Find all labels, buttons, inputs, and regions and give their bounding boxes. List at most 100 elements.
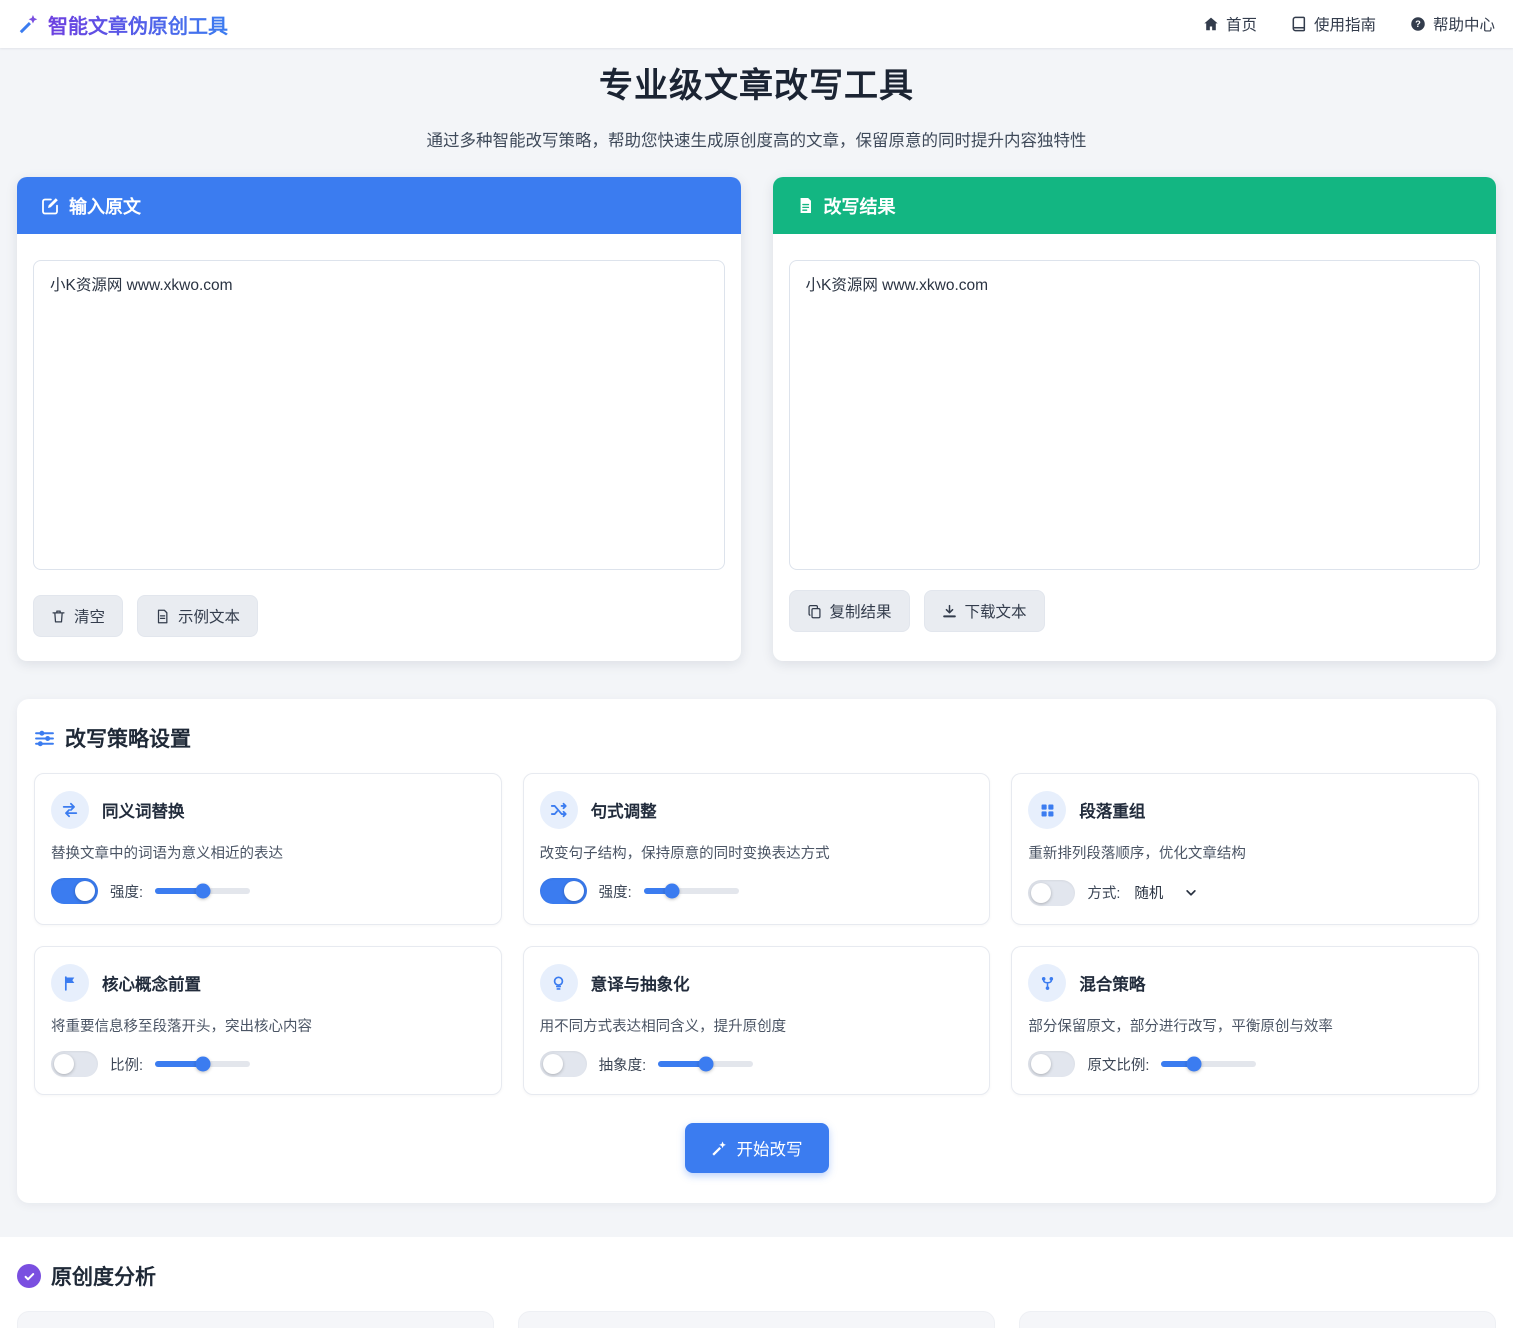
strategy-title: 同义词替换 [102, 798, 185, 822]
app-logo[interactable]: 智能文章伪原创工具 [18, 10, 228, 39]
strategy-control-label: 抽象度: [599, 1054, 647, 1075]
strategy-description: 替换文章中的词语为意义相近的表达 [51, 842, 485, 863]
original-ratio-slider[interactable] [1161, 1061, 1256, 1067]
abstraction-slider[interactable] [658, 1061, 753, 1067]
rewrite-result-output[interactable]: 小K资源网 www.xkwo.com [789, 260, 1481, 570]
lightbulb-icon [540, 964, 578, 1002]
core-concept-toggle[interactable] [51, 1051, 98, 1077]
trash-icon [51, 609, 66, 624]
start-rewrite-label: 开始改写 [737, 1136, 803, 1160]
download-text-label: 下载文本 [965, 600, 1027, 622]
copy-result-button[interactable]: 复制结果 [789, 590, 910, 632]
strategy-description: 重新排列段落顺序，优化文章结构 [1028, 842, 1462, 863]
nav-links: 首页 使用指南 ? 帮助中心 [1203, 13, 1495, 35]
reorder-mode-value: 随机 [1134, 882, 1163, 903]
stat-card-originality: 69% 预估原创度 [17, 1311, 494, 1328]
strategy-card-paraphrase: 意译与抽象化 用不同方式表达相同含义，提升原创度 抽象度: [523, 946, 991, 1095]
strategy-description: 改变句子结构，保持原意的同时变换表达方式 [540, 842, 974, 863]
stat-card-modification: 66BCF8051O686B 修改比例∴·∵·∴·∵·∴·∵ [1019, 1311, 1496, 1328]
result-panel: 改写结果 小K资源网 www.xkwo.com 复制结果 下 [773, 177, 1497, 661]
strategy-card-core-concept: 核心概念前置 将重要信息移至段落开头，突出核心内容 比例: [34, 946, 502, 1095]
input-panel-header: 输入原文 [17, 177, 741, 234]
nav-item-label: 帮助中心 [1433, 13, 1495, 35]
branch-icon [1028, 964, 1066, 1002]
cta-row: 开始改写 [34, 1123, 1479, 1173]
app-title: 智能文章伪原创工具 [48, 10, 228, 39]
page-title: 专业级文章改写工具 [0, 58, 1513, 107]
strategy-control-label: 方式: [1087, 882, 1120, 903]
copy-icon [807, 604, 822, 619]
strategy-description: 将重要信息移至段落开头，突出核心内容 [51, 1015, 485, 1036]
strategy-card-sentence: 句式调整 改变句子结构，保持原意的同时变换表达方式 强度: [523, 773, 991, 925]
strategy-section-title: 改写策略设置 [65, 723, 191, 753]
result-buttons: 复制结果 下载文本 [789, 590, 1481, 632]
core-concept-ratio-slider[interactable] [155, 1061, 250, 1067]
synonym-strength-slider[interactable] [155, 888, 250, 894]
copy-result-label: 复制结果 [830, 600, 892, 622]
file-text-icon [155, 609, 170, 624]
strategy-card-hybrid: 混合策略 部分保留原文，部分进行改写，平衡原创与效率 原文比例: [1011, 946, 1479, 1095]
input-panel: 输入原文 小K资源网 www.xkwo.com 清空 示例文 [17, 177, 741, 661]
check-circle-icon [17, 1264, 41, 1288]
strategy-title: 核心概念前置 [102, 971, 201, 995]
strategy-title: 段落重组 [1079, 798, 1145, 822]
strategy-control-label: 强度: [110, 881, 143, 902]
input-panel-body: 小K资源网 www.xkwo.com 清空 示例文本 [17, 234, 741, 661]
strategy-section-header: 改写策略设置 [34, 723, 1479, 753]
grid-icon [1028, 791, 1066, 829]
reorder-mode-select[interactable]: 随机 [1132, 878, 1199, 907]
input-buttons: 清空 示例文本 [33, 595, 725, 637]
sentence-strength-slider[interactable] [644, 888, 739, 894]
magic-wand-icon [711, 1140, 728, 1157]
hybrid-toggle[interactable] [1028, 1051, 1075, 1077]
strategy-control-label: 比例: [110, 1054, 143, 1075]
shuffle-icon [540, 791, 578, 829]
source-text-input[interactable]: 小K资源网 www.xkwo.com [33, 260, 725, 570]
sentence-toggle[interactable] [540, 878, 587, 904]
book-icon [1291, 16, 1307, 32]
main-content: 输入原文 小K资源网 www.xkwo.com 清空 示例文 [0, 177, 1513, 1203]
magic-wand-icon [18, 13, 40, 35]
help-circle-icon: ? [1410, 16, 1426, 32]
chevron-down-icon [1185, 887, 1197, 899]
strategy-control-label: 强度: [599, 881, 632, 902]
result-panel-header: 改写结果 [773, 177, 1497, 234]
nav-item-guide[interactable]: 使用指南 [1291, 13, 1376, 35]
paragraph-toggle[interactable] [1028, 880, 1075, 906]
download-text-button[interactable]: 下载文本 [924, 590, 1045, 632]
nav-item-label: 首页 [1226, 13, 1257, 35]
strategy-card-synonym: 同义词替换 替换文章中的词语为意义相近的表达 强度: [34, 773, 502, 925]
analysis-section-header: 原创度分析 [17, 1261, 1496, 1291]
start-rewrite-button[interactable]: 开始改写 [685, 1123, 829, 1173]
clear-button-label: 清空 [74, 605, 105, 627]
svg-text:?: ? [1415, 19, 1421, 29]
strategy-grid: 同义词替换 替换文章中的词语为意义相近的表达 强度: 句式调整 改变句子结构，保 [34, 773, 1479, 1095]
result-panel-title: 改写结果 [824, 193, 896, 219]
swap-arrows-icon [51, 791, 89, 829]
editor-panels: 输入原文 小K资源网 www.xkwo.com 清空 示例文 [17, 177, 1496, 661]
strategy-control-label: 原文比例: [1087, 1054, 1149, 1075]
top-navbar: 智能文章伪原创工具 首页 使用指南 ? 帮助中心 [0, 0, 1513, 48]
nav-item-help[interactable]: ? 帮助中心 [1410, 13, 1495, 35]
document-icon [797, 197, 814, 214]
strategy-title: 意译与抽象化 [591, 971, 690, 995]
stat-card-word-count: 8 总字数 [518, 1311, 995, 1328]
strategy-description: 部分保留原文，部分进行改写，平衡原创与效率 [1028, 1015, 1462, 1036]
strategy-card-paragraph: 段落重组 重新排列段落顺序，优化文章结构 方式: 随机 [1011, 773, 1479, 925]
download-icon [942, 604, 957, 619]
originality-analysis-section: 原创度分析 69% 预估原创度 8 总字数 66BCF8051O686B 修改比… [0, 1237, 1513, 1328]
edit-icon [41, 197, 59, 215]
synonym-toggle[interactable] [51, 878, 98, 904]
home-icon [1203, 16, 1219, 32]
analysis-section-title: 原创度分析 [51, 1261, 156, 1291]
nav-item-label: 使用指南 [1314, 13, 1376, 35]
flag-icon [51, 964, 89, 1002]
sample-text-button[interactable]: 示例文本 [137, 595, 258, 637]
clear-button[interactable]: 清空 [33, 595, 123, 637]
strategy-description: 用不同方式表达相同含义，提升原创度 [540, 1015, 974, 1036]
nav-item-home[interactable]: 首页 [1203, 13, 1257, 35]
sample-text-button-label: 示例文本 [178, 605, 240, 627]
strategy-title: 混合策略 [1079, 971, 1145, 995]
hero-section: 专业级文章改写工具 通过多种智能改写策略，帮助您快速生成原创度高的文章，保留原意… [0, 48, 1513, 151]
paraphrase-toggle[interactable] [540, 1051, 587, 1077]
